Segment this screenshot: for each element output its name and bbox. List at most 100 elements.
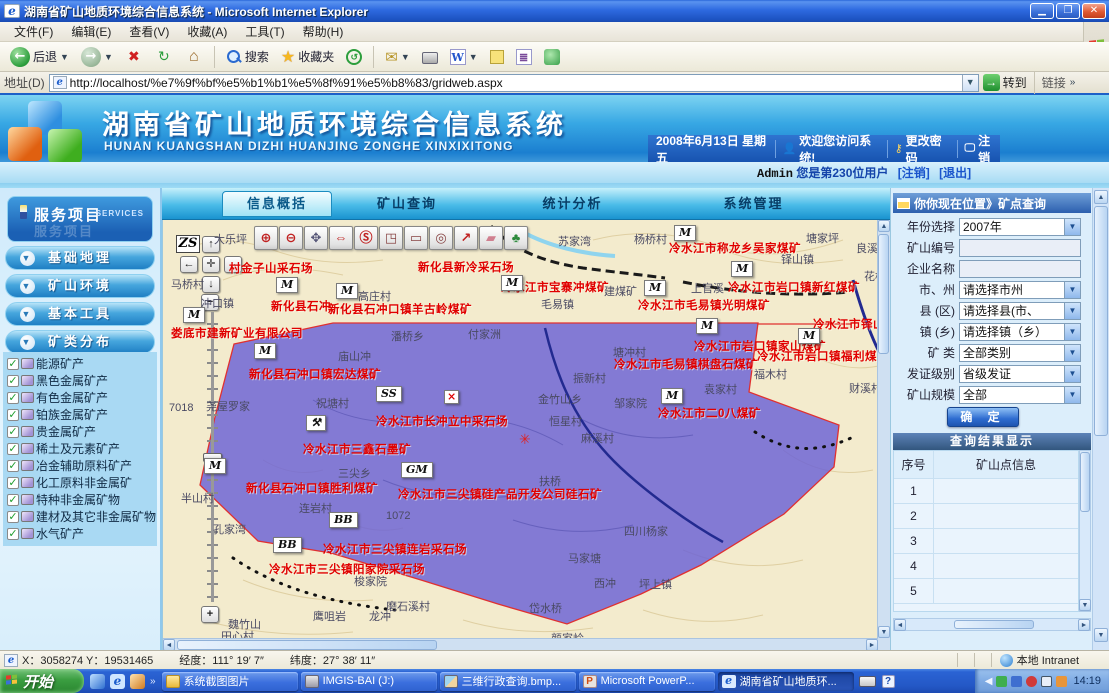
mine-marker[interactable]: × [444, 390, 459, 404]
layer-checkbox[interactable]: ✓ [7, 460, 19, 472]
zoom-slider-plus-button[interactable]: + [201, 606, 219, 623]
tray-shield-icon[interactable] [1026, 676, 1037, 687]
field-select[interactable]: 请选择市州▼ [959, 281, 1081, 299]
maximize-button[interactable]: ❐ [1056, 3, 1080, 19]
address-input[interactable]: e http://localhost/%e7%9f%bf%e5%b1%b1%e5… [49, 74, 979, 92]
results-vscrollbar[interactable]: ▼ [1079, 450, 1091, 612]
field-select[interactable]: 全部▼ [959, 386, 1081, 404]
print-button[interactable] [418, 47, 442, 66]
tray-monitor-icon[interactable] [1041, 676, 1052, 687]
layer-checkbox[interactable]: ✓ [7, 392, 19, 404]
results-hscrollbar[interactable]: ◄ ► [893, 618, 1091, 631]
logout-bracket-link[interactable]: [注销] [898, 166, 930, 180]
mine-label[interactable]: 冷水江市三尖镇连岩采石场 [323, 541, 467, 557]
stop-button[interactable]: ✖ [121, 46, 147, 68]
pan-left-button[interactable]: ← [180, 256, 198, 273]
results-vscroll-thumb[interactable] [1080, 452, 1090, 512]
mine-label[interactable]: 冷水江市三鑫石墨矿 [303, 441, 411, 457]
sidebar-section-1[interactable]: ▼基础地理 [5, 246, 155, 270]
start-button[interactable]: 开始 [0, 669, 84, 693]
zoom-in-icon[interactable]: ⊕ [254, 226, 278, 250]
field-select[interactable]: 省级发证▼ [959, 365, 1081, 383]
mine-label[interactable]: 冷水江市岩口镇新红煤矿 [728, 279, 860, 295]
mail-button[interactable]: ✉▼ [381, 46, 414, 68]
mine-label[interactable]: 冷水江市岩口镇福利煤矿 [757, 348, 889, 364]
taskbar-button[interactable]: IMGIS-BAI (J:) [301, 672, 437, 691]
mine-label[interactable]: 新化县石冲口镇宏达煤矿 [249, 366, 381, 382]
results-hscroll-thumb[interactable] [954, 620, 1034, 629]
home-button[interactable]: ⌂ [181, 46, 207, 68]
tab-1[interactable]: 信息概括 [222, 191, 332, 217]
pan-center-button[interactable]: ✛ [202, 256, 220, 273]
menu-item[interactable]: 文件(F) [6, 21, 61, 42]
keyboard-icon[interactable] [859, 676, 876, 687]
title-bar[interactable]: e 湖南省矿山地质环境综合信息系统 - Microsoft Internet E… [0, 0, 1109, 22]
tab-4[interactable]: 系统管理 [663, 193, 844, 219]
ie-quicklaunch-icon[interactable]: e [110, 674, 125, 689]
field-select[interactable]: 请选择镇（乡）▼ [959, 323, 1081, 341]
refresh-button[interactable]: ↻ [151, 46, 177, 68]
menu-item[interactable]: 帮助(H) [295, 21, 352, 42]
mine-label[interactable]: 冷水江市毛易镇棋盘石煤矿 [614, 356, 758, 372]
scroll-down-icon[interactable]: ▼ [1079, 599, 1091, 611]
draw-line-icon[interactable]: ↗ [454, 226, 478, 250]
mine-marker[interactable]: M [661, 388, 683, 404]
confirm-button[interactable]: 确 定 [947, 407, 1019, 427]
minimize-button[interactable]: ▁ [1030, 3, 1054, 19]
menu-item[interactable]: 编辑(E) [63, 21, 119, 42]
messenger-button[interactable] [540, 47, 564, 67]
layer-checkbox[interactable]: ✓ [7, 528, 19, 540]
table-row[interactable]: 4 [894, 554, 1078, 579]
mine-label[interactable]: 冷水江市称龙乡吴家煤矿 [669, 240, 801, 256]
field-select[interactable]: 2007年▼ [959, 218, 1081, 236]
menu-item[interactable]: 工具(T) [237, 21, 292, 42]
sidebar-section-2[interactable]: ▼矿山环境 [5, 274, 155, 298]
mine-marker[interactable]: M [501, 275, 523, 291]
table-row[interactable]: 3 [894, 529, 1078, 554]
search-button[interactable]: 搜索 [222, 46, 273, 67]
mine-label[interactable]: 新化县石冲 [271, 298, 331, 314]
quicklaunch-chevron-icon[interactable]: » [150, 676, 156, 687]
page-scrollbar[interactable]: ▲ ▼ [1092, 188, 1109, 650]
scroll-up-icon[interactable]: ▲ [878, 220, 890, 232]
tray-icon[interactable] [1011, 676, 1022, 687]
scroll-left-icon[interactable]: ◄ [894, 619, 906, 631]
scroll-down-icon[interactable]: ▼ [1094, 628, 1108, 642]
map-hscrollbar[interactable]: ◄ ► [163, 638, 878, 650]
mine-marker[interactable]: M [644, 280, 666, 296]
mine-marker[interactable]: M [254, 343, 276, 359]
layer-checkbox[interactable]: ✓ [7, 511, 19, 523]
help-icon[interactable]: ? [882, 675, 895, 688]
taskbar-button[interactable]: e湖南省矿山地质环... [718, 672, 854, 691]
full-extent-icon[interactable]: Ⓢ [354, 226, 378, 250]
eraser-icon[interactable]: ▰ [479, 226, 503, 250]
layer-checkbox[interactable]: ✓ [7, 477, 19, 489]
layer-item[interactable]: ✓化工原料非金属矿 [7, 474, 157, 491]
app-quicklaunch-icon[interactable] [130, 674, 145, 689]
mine-label[interactable]: 新化县石冲口镇胜利煤矿 [246, 480, 378, 496]
menu-item[interactable]: 查看(V) [121, 21, 177, 42]
mine-label[interactable]: 冷水江市三尖镇硅产品开发公司硅石矿 [398, 486, 602, 502]
change-password-link[interactable]: 更改密码 [906, 132, 950, 166]
dropdown-arrow-icon[interactable]: ▼ [1064, 345, 1080, 361]
address-dropdown-icon[interactable]: ▼ [962, 75, 978, 91]
page-scroll-thumb[interactable] [1094, 206, 1108, 436]
edit-word-button[interactable]: W▼ [446, 47, 482, 67]
table-row[interactable]: 2 [894, 504, 1078, 529]
go-button[interactable]: →转到 [983, 74, 1027, 91]
taskbar-button[interactable]: 三维行政查询.bmp... [440, 672, 576, 691]
layer-item[interactable]: ✓能源矿产 [7, 355, 157, 372]
mine-marker[interactable]: BB [273, 537, 302, 553]
exit-bracket-link[interactable]: [退出] [939, 166, 971, 180]
layer-checkbox[interactable]: ✓ [7, 358, 19, 370]
pan-down-button[interactable]: ↓ [202, 276, 220, 293]
history-button[interactable]: ↺ [342, 47, 366, 67]
favorites-button[interactable]: ★收藏夹 [277, 45, 338, 69]
layer-item[interactable]: ✓建材及其它非金属矿物 [7, 508, 157, 525]
scroll-right-icon[interactable]: ► [1078, 619, 1090, 631]
layer-checkbox[interactable]: ✓ [7, 375, 19, 387]
layer-item[interactable]: ✓铂族金属矿产 [7, 406, 157, 423]
dropdown-arrow-icon[interactable]: ▼ [1064, 324, 1080, 340]
mine-marker[interactable]: M [696, 318, 718, 334]
sidebar-section-4[interactable]: ▼矿类分布 [5, 330, 155, 354]
